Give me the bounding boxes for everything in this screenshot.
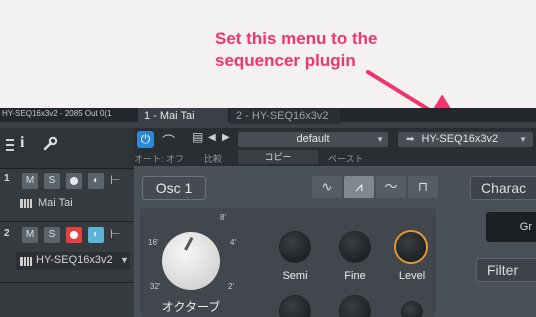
filter-panel[interactable]: Filter: [476, 258, 536, 282]
track-number: 2: [4, 228, 10, 239]
sine-wave-icon[interactable]: ∿: [312, 176, 342, 198]
chevron-down-icon: ▼: [519, 135, 527, 144]
character-panel[interactable]: Charac: [470, 176, 536, 200]
keyboard-icon: [20, 199, 32, 208]
track-toolbar: i: [0, 128, 134, 168]
track-name: HY-SEQ16x3v2: [36, 254, 113, 266]
chevron-down-icon: ▼: [376, 135, 384, 144]
automation-icon[interactable]: ⊢: [110, 173, 120, 187]
record-button[interactable]: [66, 173, 82, 189]
instrument-menu[interactable]: ➡ HY-SEQ16x3v2 ▼: [398, 132, 533, 147]
record-button[interactable]: [66, 227, 82, 243]
knob-indicator: [184, 236, 194, 251]
semi-knob[interactable]: [280, 232, 310, 262]
monitor-button[interactable]: ◐: [88, 173, 104, 189]
track-empty-area: [0, 283, 134, 317]
list-icon[interactable]: [6, 138, 14, 152]
synth-panel: Osc 1 ∿ ⩘ 〜 ⊓ 8' 16' 4' 32' 2' オクターブ Sem…: [134, 166, 536, 317]
tab-mai-tai[interactable]: 1 - Mai Tai: [138, 108, 228, 124]
monitor-button[interactable]: ◐: [88, 227, 104, 243]
saw-wave-icon[interactable]: ⩘: [344, 176, 374, 198]
octave-tick-2: 2': [228, 282, 234, 291]
square-wave-icon[interactable]: ⊓: [408, 176, 438, 198]
headphone-icon[interactable]: ⌒: [162, 131, 175, 150]
track-1[interactable]: 1 M S ◐ ⊢ Mai Tai: [0, 169, 134, 222]
semi-label: Semi: [282, 270, 308, 282]
mute-button[interactable]: M: [22, 227, 38, 243]
chevron-down-icon: ▼: [120, 255, 129, 265]
level-knob[interactable]: [396, 232, 426, 262]
mute-button[interactable]: M: [22, 173, 38, 189]
octave-tick-32: 32': [150, 282, 161, 291]
preset-file-icon[interactable]: ▤: [192, 130, 203, 144]
studio-window: HY-SEQ16x3v2 - 2085 Out 0(1 1 - Mai Tai …: [0, 108, 536, 317]
fine-label: Fine: [344, 270, 366, 282]
solo-button[interactable]: S: [44, 227, 60, 243]
auto-off-label[interactable]: オート: オフ: [134, 152, 184, 165]
plugin-toolbar: ⏻ ⌒ ▤ ◀ ▶ default ▼ ➡ HY-SEQ16x3v2 ▼ オート…: [134, 128, 536, 166]
track-2[interactable]: 2 M S ◐ ⊢ HY-SEQ16x3v2 ▼: [0, 222, 134, 283]
level-label: Level: [398, 270, 426, 282]
previous-preset-icon[interactable]: ◀: [208, 132, 216, 143]
octave-tick-8: 8': [220, 213, 226, 222]
preset-dropdown[interactable]: default ▼: [238, 132, 388, 147]
solo-button[interactable]: S: [44, 173, 60, 189]
level-knob-2[interactable]: [402, 302, 422, 317]
character-display[interactable]: Gr: [486, 212, 536, 242]
octave-knob[interactable]: [162, 232, 220, 290]
osc-label[interactable]: Osc 1: [142, 176, 206, 200]
octave-label: オクターブ: [161, 300, 221, 314]
next-preset-icon[interactable]: ▶: [222, 132, 230, 143]
octave-tick-16: 16': [148, 238, 159, 247]
power-button[interactable]: ⏻: [137, 131, 154, 148]
keyboard-icon: [20, 257, 32, 266]
track-number: 1: [4, 173, 10, 184]
clipped-title: HY-SEQ16x3v2 - 2085 Out 0(1: [2, 109, 112, 118]
compare-button[interactable]: 比較: [204, 152, 222, 165]
tab-hy-seq[interactable]: 2 - HY-SEQ16x3v2: [230, 109, 340, 124]
track-name[interactable]: Mai Tai: [38, 197, 73, 209]
instrument-menu-value: HY-SEQ16x3v2: [421, 133, 499, 145]
connector-icon: ➡: [406, 134, 415, 145]
octave-tick-4: 4': [230, 238, 236, 247]
triangle-wave-icon[interactable]: 〜: [376, 176, 406, 198]
wrench-icon[interactable]: [42, 136, 58, 152]
fine-knob[interactable]: [340, 232, 370, 262]
preset-value: default: [296, 133, 330, 145]
paste-button[interactable]: ペースト: [328, 152, 364, 165]
copy-button[interactable]: コピー: [238, 150, 318, 164]
automation-icon[interactable]: ⊢: [110, 227, 120, 241]
track-instrument-field[interactable]: HY-SEQ16x3v2 ▼: [16, 252, 130, 270]
info-icon[interactable]: i: [20, 134, 24, 152]
